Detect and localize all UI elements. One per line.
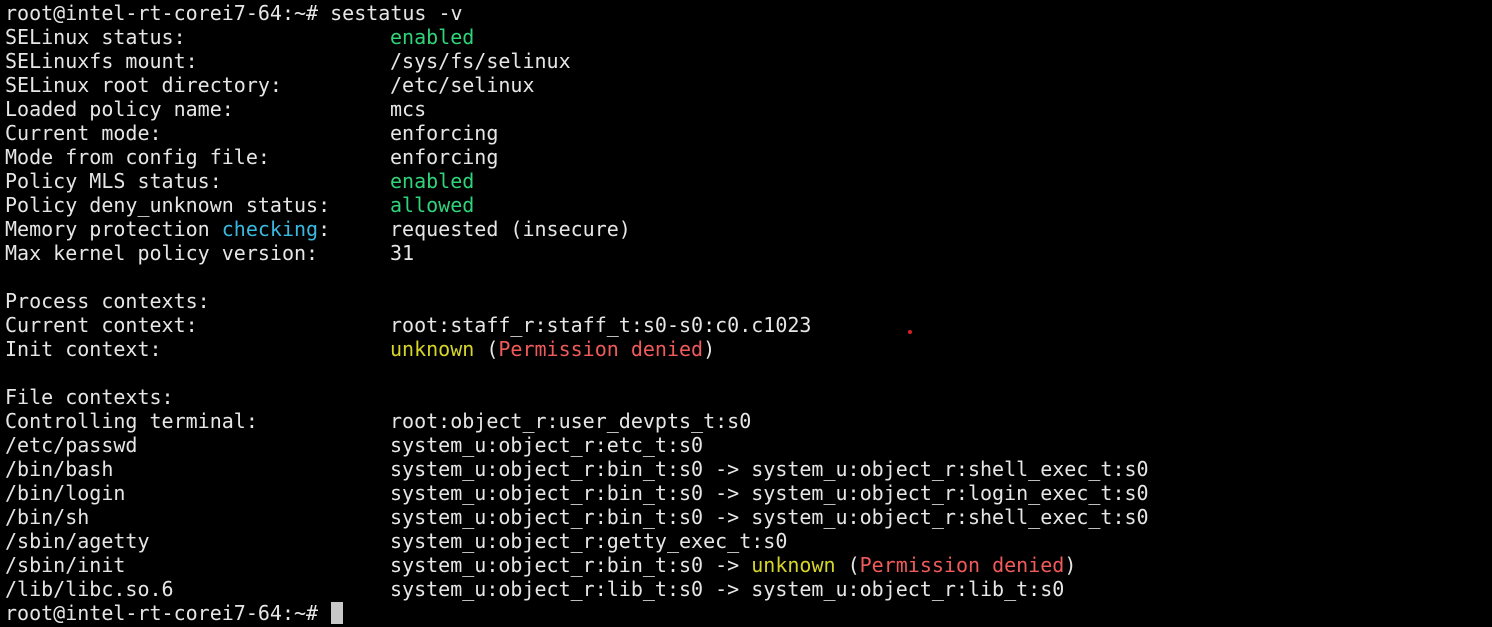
row-key: SELinux root directory: xyxy=(5,73,282,97)
row-key: /sbin/agetty xyxy=(5,529,150,553)
row-value: enabled xyxy=(390,169,475,193)
row-value: 31 xyxy=(390,241,415,265)
process-row-current-context: Current context: root:staff_r:staff_t:s0-… xyxy=(5,313,1492,337)
shell-prompt: root@intel-rt-corei7-64:~# xyxy=(5,1,319,25)
row-key: Memory protection checking: xyxy=(5,217,390,241)
status-row-selinux-status: SELinux status: enabled xyxy=(5,25,1492,49)
file-row-controlling-terminal: Controlling terminal: root:object_r:user_… xyxy=(5,409,1492,433)
row-value: system_u:object_r:bin_t:s0 -> system_u:o… xyxy=(390,457,1149,481)
shell-prompt: root@intel-rt-corei7-64:~# xyxy=(5,601,319,625)
paren-close: ) xyxy=(703,337,716,361)
status-row-max-kernel-policy: Max kernel policy version: 31 xyxy=(5,241,1492,265)
row-key: Mode from config file: xyxy=(5,145,270,169)
input-line[interactable]: root@intel-rt-corei7-64:~# xyxy=(5,601,1492,625)
status-row-config-mode: Mode from config file: enforcing xyxy=(5,145,1492,169)
row-value: mcs xyxy=(390,97,427,121)
row-value: root:object_r:user_devpts_t:s0 xyxy=(390,409,752,433)
row-value: system_u:object_r:bin_t:s0 -> system_u:o… xyxy=(390,481,1149,505)
row-key: Init context: xyxy=(5,337,162,361)
row-value: enforcing xyxy=(390,121,499,145)
row-value: requested (insecure) xyxy=(390,217,631,241)
status-row-policy-name: Loaded policy name: mcs xyxy=(5,97,1492,121)
text-cursor xyxy=(331,602,344,624)
file-row-sbin-agetty: /sbin/agetty system_u:object_r:getty_exec… xyxy=(5,529,1492,553)
status-row-selinuxfs-mount: SELinuxfs mount: /sys/fs/selinux xyxy=(5,49,1492,73)
row-value: /etc/selinux xyxy=(390,73,535,97)
row-value: /sys/fs/selinux xyxy=(390,49,571,73)
file-row-libc: /lib/libc.so.6 system_u:object_r:lib_t:s0… xyxy=(5,577,1492,601)
row-key: /etc/passwd xyxy=(5,433,138,457)
row-key: /bin/sh xyxy=(5,505,90,529)
row-key: Loaded policy name: xyxy=(5,97,234,121)
row-value: enabled xyxy=(390,25,475,49)
row-value: system_u:object_r:etc_t:s0 xyxy=(390,433,704,457)
row-key: Max kernel policy version: xyxy=(5,241,319,265)
status-row-memory-protection: Memory protection checking: requested (in… xyxy=(5,217,1492,241)
status-row-deny-unknown: Policy deny_unknown status: allowed xyxy=(5,193,1492,217)
process-row-init-context: Init context: unknown (Permission denied) xyxy=(5,337,1492,361)
unknown-value: unknown xyxy=(751,553,836,577)
file-row-sbin-init: /sbin/init system_u:object_r:bin_t:s0 -> … xyxy=(5,553,1492,577)
row-key: Policy MLS status: xyxy=(5,169,222,193)
file-row-bin-bash: /bin/bash system_u:object_r:bin_t:s0 -> s… xyxy=(5,457,1492,481)
status-row-root-directory: SELinux root directory: /etc/selinux xyxy=(5,73,1492,97)
permission-denied-text: Permission denied xyxy=(498,337,704,361)
command-text: sestatus -v xyxy=(330,1,463,25)
row-value: system_u:object_r:lib_t:s0 -> system_u:o… xyxy=(390,577,1065,601)
row-value: system_u:object_r:getty_exec_t:s0 xyxy=(390,529,788,553)
highlighted-word: checking xyxy=(221,217,319,241)
permission-denied-text: Permission denied xyxy=(859,553,1065,577)
file-row-etc-passwd: /etc/passwd system_u:object_r:etc_t:s0 xyxy=(5,433,1492,457)
row-key: Current mode: xyxy=(5,121,162,145)
status-row-mls-status: Policy MLS status: enabled xyxy=(5,169,1492,193)
process-contexts-heading: Process contexts: xyxy=(5,289,210,313)
terminal-window[interactable]: root@intel-rt-corei7-64:~# sestatus -v S… xyxy=(0,0,1492,627)
row-value: allowed xyxy=(390,193,475,217)
row-key: Current context: xyxy=(5,313,198,337)
unknown-value: unknown xyxy=(390,337,475,361)
row-key: Policy deny_unknown status: xyxy=(5,193,331,217)
row-key: /sbin/init xyxy=(5,553,126,577)
row-value: root:staff_r:staff_t:s0-s0:c0.c1023 xyxy=(390,313,812,337)
paren-close: ) xyxy=(1064,553,1077,577)
row-key: SELinux status: xyxy=(5,25,186,49)
row-value: enforcing xyxy=(390,145,499,169)
row-key: Controlling terminal: xyxy=(5,409,258,433)
row-key-colon: : xyxy=(318,217,331,241)
file-row-bin-login: /bin/login system_u:object_r:bin_t:s0 -> … xyxy=(5,481,1492,505)
row-key: /bin/login xyxy=(5,481,126,505)
paren-open: ( xyxy=(847,553,860,577)
command-line: root@intel-rt-corei7-64:~# sestatus -v xyxy=(5,1,1492,25)
status-row-current-mode: Current mode: enforcing xyxy=(5,121,1492,145)
file-contexts-heading: File contexts: xyxy=(5,385,174,409)
row-value: system_u:object_r:bin_t:s0 -> xyxy=(390,553,740,577)
row-key: SELinuxfs mount: xyxy=(5,49,198,73)
row-key: /lib/libc.so.6 xyxy=(5,577,174,601)
file-row-bin-sh: /bin/sh system_u:object_r:bin_t:s0 -> sys… xyxy=(5,505,1492,529)
row-key-text: Memory protection xyxy=(5,217,210,241)
paren-open: ( xyxy=(486,337,499,361)
row-key: /bin/bash xyxy=(5,457,114,481)
red-dot-marker xyxy=(908,330,912,334)
row-value: system_u:object_r:bin_t:s0 -> system_u:o… xyxy=(390,505,1149,529)
